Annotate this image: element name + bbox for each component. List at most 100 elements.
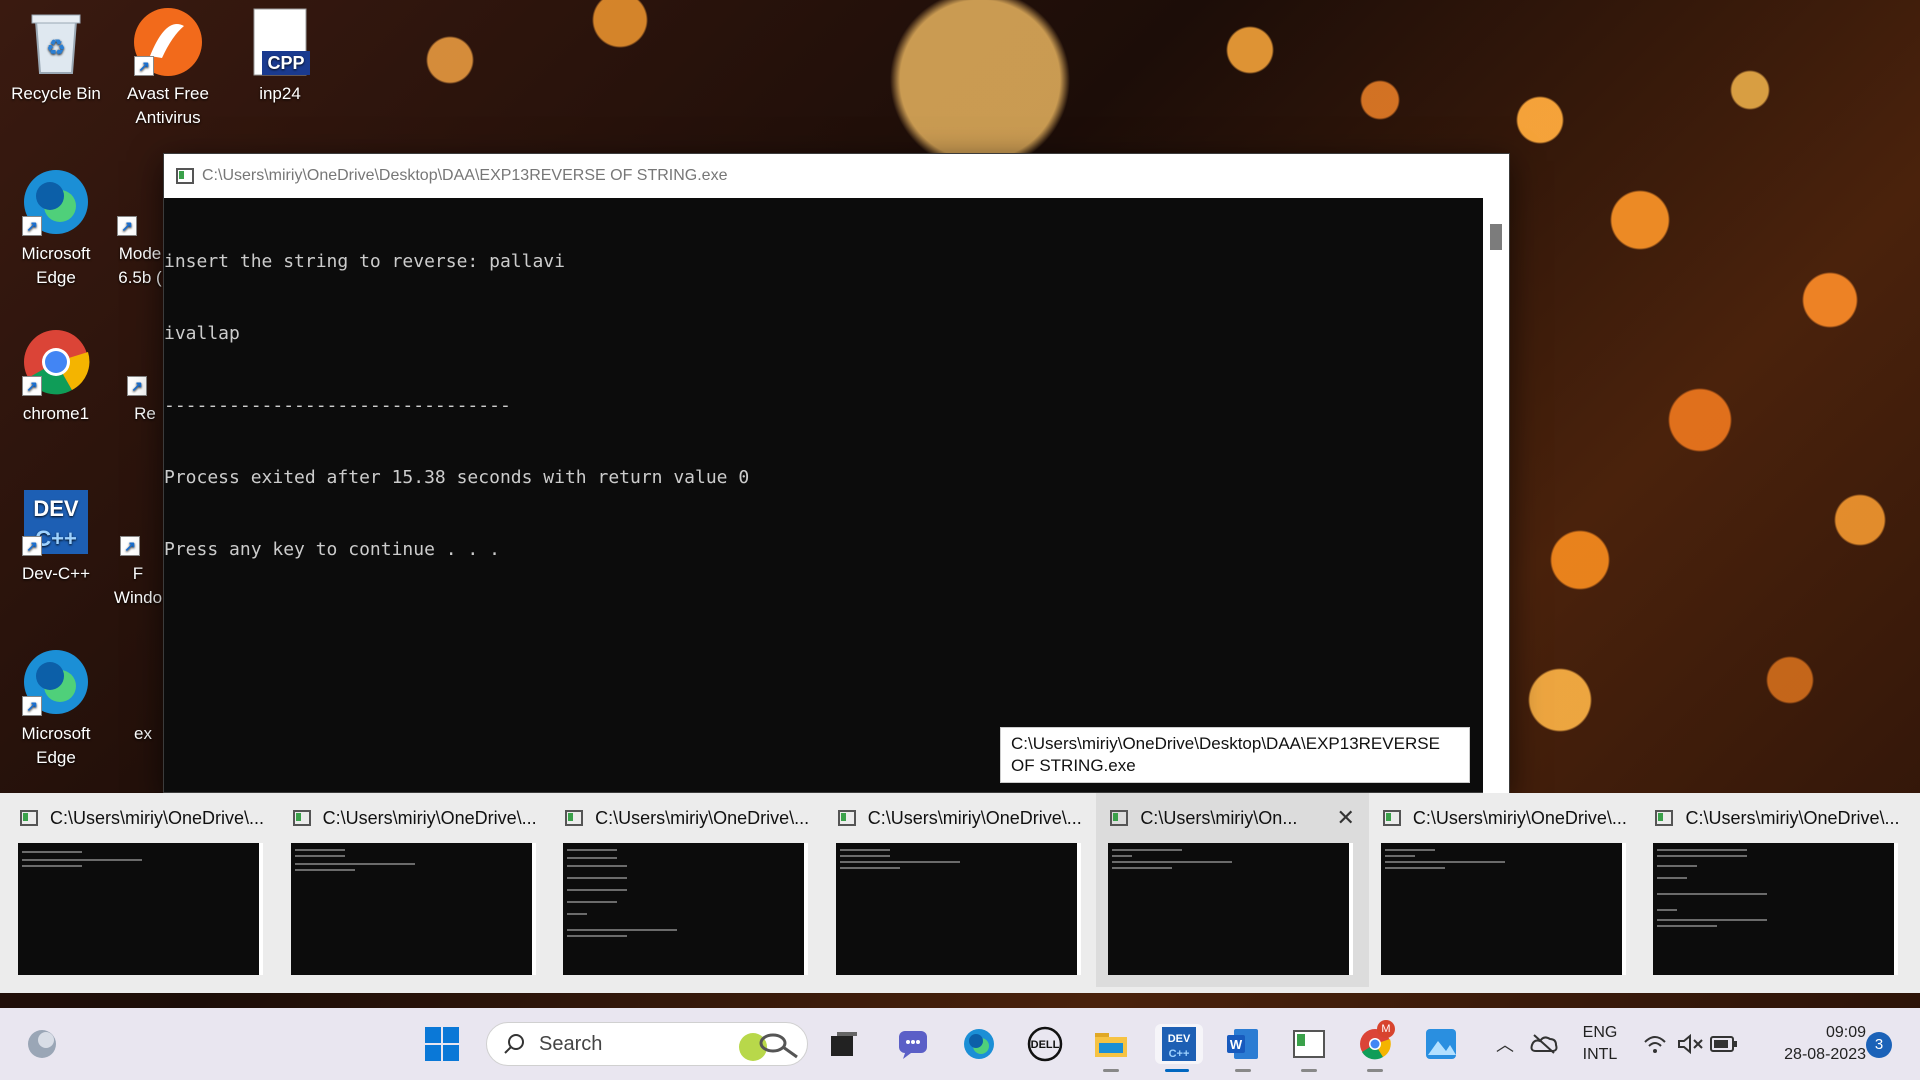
shortcut-arrow-icon: ↗ xyxy=(127,376,147,396)
chrome-taskbar-button[interactable]: M xyxy=(1353,1020,1397,1072)
thumbnail-title: C:\Users\miriy\OneDrive\... xyxy=(322,807,537,828)
window-thumbnail-active[interactable]: C:\Users\miriy\On... ✕ xyxy=(1096,793,1369,987)
scrollbar-thumb[interactable] xyxy=(1490,224,1502,250)
active-indicator xyxy=(1165,1069,1189,1072)
task-view-icon xyxy=(831,1032,857,1056)
clock[interactable]: 09:09 28-08-2023 xyxy=(1756,1022,1866,1066)
shortcut-arrow-icon: ↗ xyxy=(22,376,42,396)
keyboard-layout-label: INTL xyxy=(1582,1046,1618,1063)
console-app-icon xyxy=(176,168,194,184)
desktop-icon-ex[interactable]: ex xyxy=(120,646,166,746)
desktop-icon-label: inp24 xyxy=(259,84,301,103)
desktop-icon-devcpp[interactable]: DEV C++ ↗ Dev-C++ xyxy=(8,486,104,586)
search-icon xyxy=(504,1034,524,1054)
notification-count: 3 xyxy=(1874,1036,1884,1053)
svg-text:♻: ♻ xyxy=(46,36,66,61)
desktop-icon-mode[interactable]: ↗ Mode 6.5b ( xyxy=(110,166,170,290)
edge-icon xyxy=(964,1029,994,1059)
desktop-icon-inp24[interactable]: CPP inp24 xyxy=(232,6,328,106)
network-button[interactable] xyxy=(1638,1024,1672,1064)
desktop-icon-windo[interactable]: ↗ F Windo xyxy=(110,486,166,610)
console-title: C:\Users\miriy\OneDrive\Desktop\DAA\EXP1… xyxy=(202,167,728,184)
console-app-icon xyxy=(292,810,311,826)
language-indicator[interactable]: ENG INTL xyxy=(1572,1022,1628,1066)
avast-icon: ↗ xyxy=(132,6,204,78)
desktop-icon-avast[interactable]: ↗ Avast Free Antivirus xyxy=(120,6,216,130)
start-button[interactable] xyxy=(420,1024,464,1064)
window-thumbnail[interactable]: C:\Users\miriy\OneDrive\... xyxy=(1369,793,1642,987)
desktop-icon-edge-1[interactable]: ↗ Microsoft Edge xyxy=(8,166,104,290)
volume-button[interactable] xyxy=(1673,1024,1707,1064)
edge-icon: ↗ xyxy=(20,646,92,718)
desktop-icon-label: Avast Free Antivirus xyxy=(127,84,209,127)
console-app-icon xyxy=(1110,810,1129,826)
show-hidden-icons-button[interactable]: ︿ xyxy=(1490,1024,1520,1064)
thumbnail-title: C:\Users\miriy\OneDrive\... xyxy=(867,807,1082,828)
photos-icon xyxy=(1426,1029,1456,1059)
chrome-icon: ↗ xyxy=(20,326,92,398)
weather-widget[interactable] xyxy=(20,1024,64,1064)
taskbar-search[interactable]: Search xyxy=(486,1022,808,1066)
language-label: ENG xyxy=(1582,1024,1618,1041)
thumbnail-preview xyxy=(1380,843,1626,975)
window-thumbnail[interactable]: C:\Users\miriy\OneDrive\... xyxy=(6,793,279,987)
desktop-icon-edge-2[interactable]: ↗ Microsoft Edge xyxy=(8,646,104,770)
console-app-icon xyxy=(837,810,856,826)
file-icon xyxy=(123,646,163,718)
devcpp-taskbar-button[interactable]: DEV C++ xyxy=(1155,1024,1203,1072)
teams-chat-button[interactable] xyxy=(891,1024,935,1064)
app-shortcut-icon: ↗ xyxy=(115,166,165,238)
console-titlebar[interactable]: C:\Users\miriy\OneDrive\Desktop\DAA\EXP1… xyxy=(164,154,1509,198)
console-line: -------------------------------- xyxy=(164,395,511,416)
file-explorer-button[interactable] xyxy=(1089,1024,1133,1072)
word-taskbar-button[interactable]: W xyxy=(1221,1024,1265,1072)
thumbnail-preview xyxy=(1108,843,1354,975)
running-indicator xyxy=(1235,1069,1251,1072)
shortcut-arrow-icon: ↗ xyxy=(22,696,42,716)
desktop-icon-label: Dev-C++ xyxy=(21,564,91,583)
svg-text:DEV: DEV xyxy=(1168,1033,1191,1045)
battery-button[interactable] xyxy=(1707,1024,1741,1064)
thumbnail-title: C:\Users\miriy\OneDrive\... xyxy=(1685,807,1900,828)
console-output[interactable]: insert the string to reverse: pallavi iv… xyxy=(164,198,1509,794)
desktop-icon-label: Microsoft Edge xyxy=(21,724,91,767)
console-window[interactable]: C:\Users\miriy\OneDrive\Desktop\DAA\EXP1… xyxy=(163,153,1510,794)
desktop-icon-chrome1[interactable]: ↗ chrome1 xyxy=(8,326,104,426)
desktop-icon-label: F Windo xyxy=(113,564,163,607)
shortcut-arrow-icon: ↗ xyxy=(120,536,140,556)
console-taskbar-button[interactable] xyxy=(1287,1024,1331,1072)
edge-taskbar-button[interactable] xyxy=(957,1024,1001,1064)
window-thumbnail[interactable]: C:\Users\miriy\OneDrive\... xyxy=(824,793,1097,987)
console-line: Process exited after 15.38 seconds with … xyxy=(164,467,750,488)
devcpp-icon: DEV C++ ↗ xyxy=(20,486,92,558)
photos-taskbar-button[interactable] xyxy=(1419,1024,1463,1064)
console-line: ivallap xyxy=(164,323,240,344)
thumbnail-preview xyxy=(18,843,263,975)
task-view-button[interactable] xyxy=(822,1024,866,1064)
word-icon: W xyxy=(1227,1029,1258,1059)
svg-text:C++: C++ xyxy=(1169,1048,1190,1060)
onedrive-status-button[interactable] xyxy=(1526,1024,1562,1064)
shortcut-arrow-icon: ↗ xyxy=(22,216,42,236)
wifi-icon xyxy=(1644,1036,1666,1053)
shortcut-arrow-icon: ↗ xyxy=(134,56,154,76)
desktop-icon-recycle-bin[interactable]: ♻ Recycle Bin xyxy=(8,6,104,106)
notification-badge[interactable]: 3 xyxy=(1866,1032,1892,1058)
window-thumbnail[interactable]: C:\Users\miriy\OneDrive\... xyxy=(1641,793,1914,987)
desktop-icon-label: Recycle Bin xyxy=(11,84,101,103)
thumbnail-preview xyxy=(835,843,1081,975)
profile-badge: M xyxy=(1377,1020,1395,1038)
desktop-icon-label: chrome1 xyxy=(22,404,90,423)
window-thumbnail[interactable]: C:\Users\miriy\OneDrive\... xyxy=(279,793,552,987)
thumbnail-preview xyxy=(563,843,809,975)
svg-text:W: W xyxy=(1230,1037,1243,1052)
window-thumbnail[interactable]: C:\Users\miriy\OneDrive\... xyxy=(551,793,824,987)
running-indicator xyxy=(1301,1069,1317,1072)
dell-taskbar-button[interactable]: DELL xyxy=(1023,1024,1067,1064)
console-scrollbar[interactable] xyxy=(1483,198,1509,794)
battery-icon xyxy=(1710,1036,1737,1052)
devcpp-icon: DEV C++ xyxy=(1162,1027,1196,1061)
close-icon[interactable]: ✕ xyxy=(1336,805,1354,831)
document-icon: ↗ xyxy=(118,486,158,558)
taskbar: Search DELL DEV C++ W M ︿ ENG INTL 09:09… xyxy=(0,1008,1920,1080)
